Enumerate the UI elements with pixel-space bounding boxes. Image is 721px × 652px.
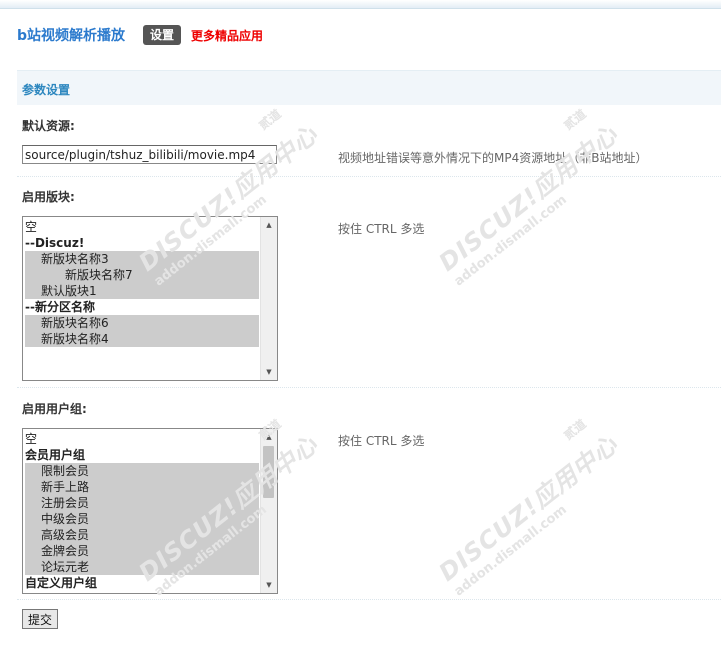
option-group[interactable]: --Discuz! [25,235,259,251]
option-group[interactable]: --新分区名称 [25,299,259,315]
select-option[interactable]: 注册会员 [25,495,259,511]
default-source-input[interactable] [22,145,277,164]
watermark-mark: 贰道 [561,416,589,443]
triangle-down-icon[interactable]: ▼ [261,577,277,593]
watermark: DISCUZ!应用中心 addon.dismall.com [433,430,624,600]
usergroups-scrollbar[interactable]: ▲ ▼ [260,429,277,593]
forums-label: 启用版块: [22,190,75,204]
usergroups-hint: 按住 CTRL 多选 [338,434,425,448]
usergroups-select[interactable]: 空会员用户组 限制会员 新手上路 注册会员 中级会员 高级会员 金牌会员 论坛元老 自定义用户组… [22,428,278,594]
section-header: 参数设置 [17,70,721,105]
usergroups-options: 空会员用户组 限制会员 新手上路 注册会员 中级会员 高级会员 金牌会员 论坛元老 自定义用户组 [25,431,259,591]
forums-scrollbar[interactable]: ▲ ▼ [260,217,277,380]
watermark-mark: 贰道 [256,106,284,133]
watermark: DISCUZ!应用中心 addon.dismall.com [433,120,624,290]
select-option[interactable]: 限制会员 [25,463,259,479]
default-source-label: 默认资源: [22,119,75,133]
default-source-hint: 视频地址错误等意外情况下的MP4资源地址（非B站地址） [338,151,648,165]
forums-select[interactable]: 空 --Discuz! 新版块名称3 新版块名称7 默认版块1 --新分区名称 新版块名称6… [22,216,278,381]
row-divider [17,599,721,600]
watermark-mark: 贰道 [561,106,589,133]
forums-options: 空 --Discuz! 新版块名称3 新版块名称7 默认版块1 --新分区名称 新版块名称6… [25,219,259,347]
section-title: 参数设置 [22,83,71,97]
triangle-up-icon[interactable]: ▲ [261,217,277,233]
select-option[interactable]: 新版块名称6 [25,315,259,331]
page-header: b站视频解析播放 设置 更多精品应用 [17,24,263,46]
scrollbar-thumb[interactable] [263,446,274,498]
usergroups-label: 启用用户组: [22,402,87,416]
row-divider [17,176,721,177]
select-option[interactable]: 新手上路 [25,479,259,495]
submit-button[interactable]: 提交 [22,609,59,629]
select-option[interactable]: 空 [25,431,259,447]
select-option[interactable]: 新版块名称3 [25,251,259,267]
top-bar [0,0,721,9]
row-divider [17,387,721,388]
option-group[interactable]: 会员用户组 [25,447,259,463]
option-group[interactable]: 自定义用户组 [25,575,259,591]
select-option[interactable]: 金牌会员 [25,543,259,559]
tab-settings[interactable]: 设置 [143,25,182,45]
select-option[interactable]: 中级会员 [25,511,259,527]
select-option[interactable]: 论坛元老 [25,559,259,575]
select-option[interactable]: 新版块名称7 [25,267,259,283]
triangle-down-icon[interactable]: ▼ [261,364,277,380]
triangle-up-icon[interactable]: ▲ [261,429,277,445]
select-option[interactable]: 空 [25,219,259,235]
forums-hint: 按住 CTRL 多选 [338,222,425,236]
more-apps-link[interactable]: 更多精品应用 [191,27,263,44]
select-option[interactable]: 新版块名称4 [25,331,259,347]
select-option[interactable]: 默认版块1 [25,283,259,299]
app-title[interactable]: b站视频解析播放 [17,25,125,45]
select-option[interactable]: 高级会员 [25,527,259,543]
